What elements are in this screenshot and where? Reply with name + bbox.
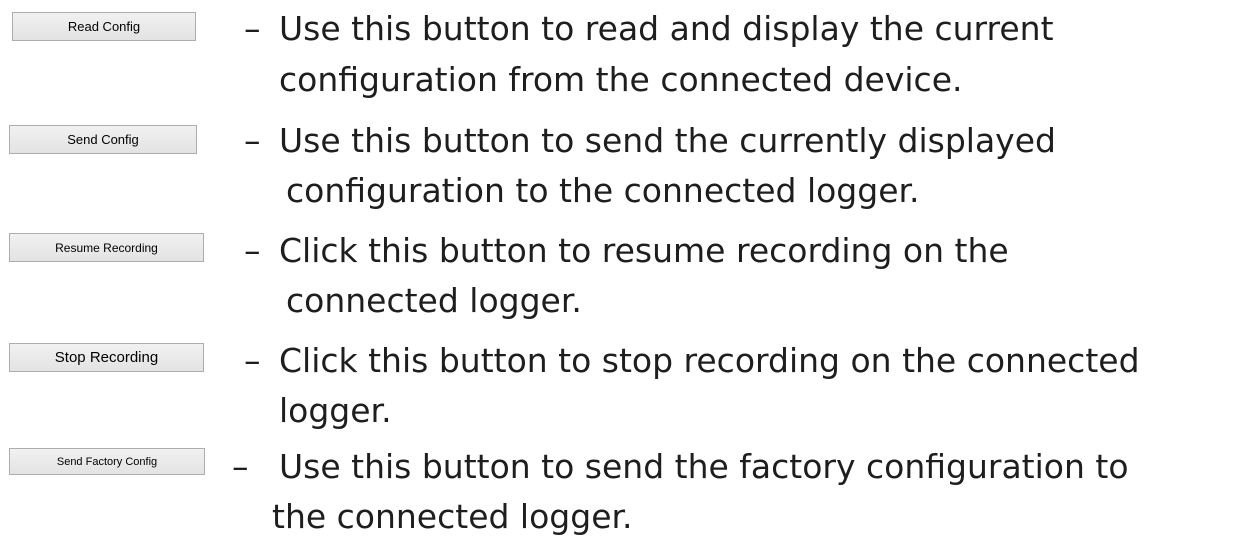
dash-separator: – — [244, 9, 261, 48]
item-description-line1: Use this button to send the factory conf… — [279, 447, 1129, 486]
item-description-line1: Click this button to resume recording on… — [279, 231, 1009, 270]
item-description-line1: Click this button to stop recording on t… — [279, 341, 1140, 380]
item-description-line2: configuration to the connected logger. — [286, 171, 920, 210]
stop-recording-button[interactable]: Stop Recording — [9, 343, 204, 372]
item-description-line2: logger. — [279, 391, 392, 430]
send-factory-config-button[interactable]: Send Factory Config — [9, 448, 205, 475]
send-config-button[interactable]: Send Config — [9, 125, 197, 154]
read-config-button[interactable]: Read Config — [12, 12, 196, 41]
dash-separator: – — [244, 121, 261, 160]
resume-recording-button[interactable]: Resume Recording — [9, 233, 204, 262]
dash-separator: – — [244, 231, 261, 270]
dash-separator: – — [232, 447, 249, 486]
item-description-line1: Use this button to send the currently di… — [279, 121, 1056, 160]
item-description-line1: Use this button to read and display the … — [279, 9, 1054, 48]
item-description-line2: the connected logger. — [272, 497, 633, 536]
item-description-line2: configuration from the connected device. — [279, 60, 963, 99]
item-description-line2: connected logger. — [286, 281, 582, 320]
dash-separator: – — [244, 341, 261, 380]
